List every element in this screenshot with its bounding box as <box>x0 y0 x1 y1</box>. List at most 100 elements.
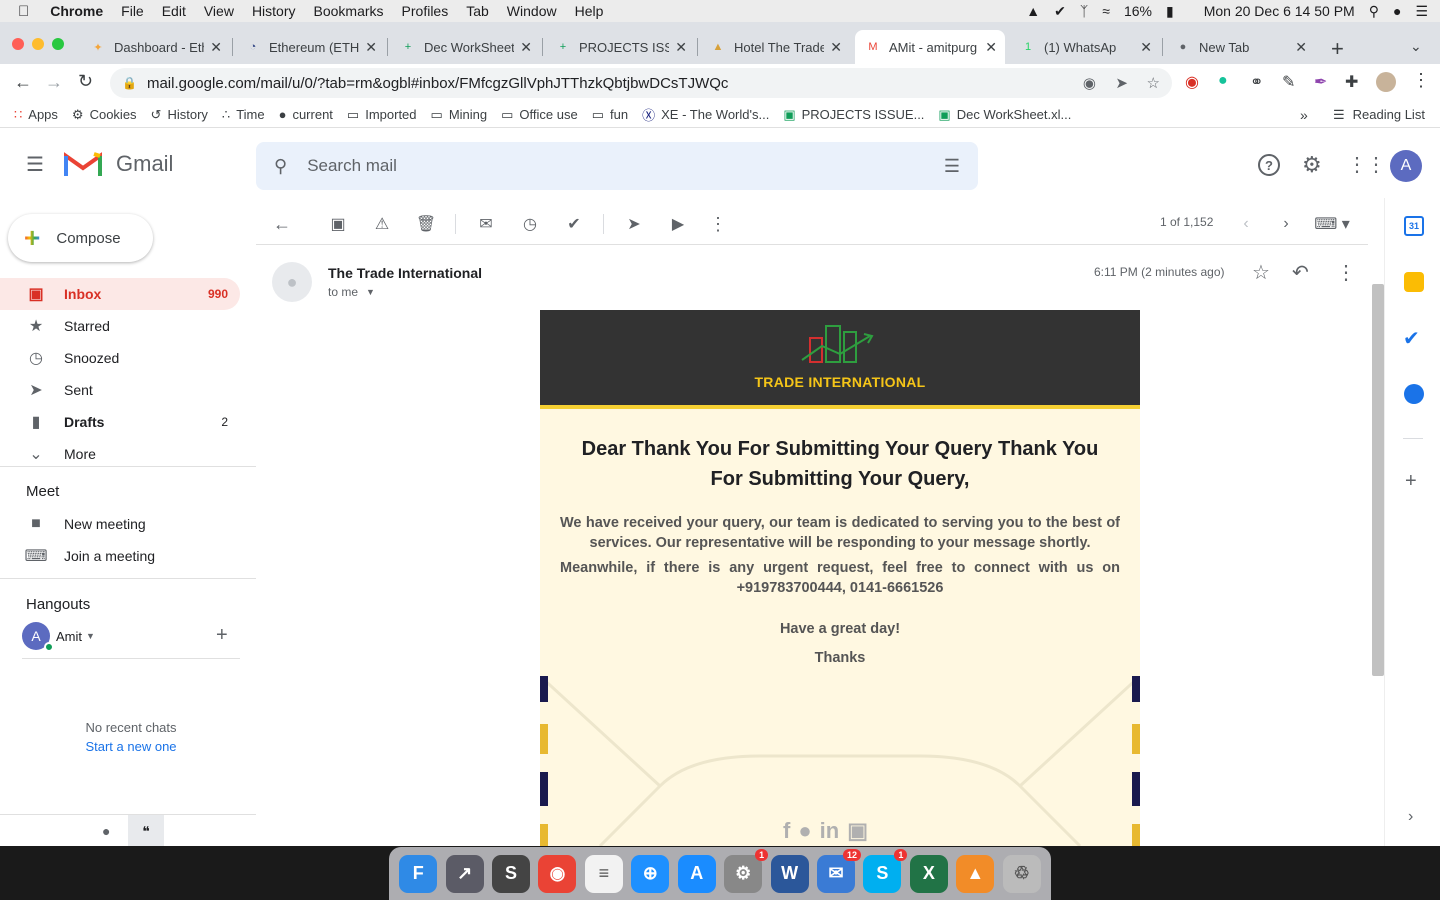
account-avatar[interactable]: A <box>1390 150 1422 182</box>
linkedin-icon[interactable]: in <box>820 818 840 844</box>
dock-thunderbird-icon[interactable]: ✉ 12 <box>817 848 861 893</box>
bookmark-item[interactable]: Ⓧ XE - The World's... <box>642 105 769 124</box>
browser-tab[interactable]: ● New Tab ✕ <box>1165 30 1315 64</box>
dock-vlc-icon[interactable]: ▲ <box>956 854 995 893</box>
browser-tab[interactable]: ✦ Dashboard - Eth ✕ <box>80 30 230 64</box>
older-icon[interactable]: › <box>1274 212 1298 236</box>
compose-button[interactable]: + Compose <box>8 214 153 262</box>
menu-history[interactable]: History <box>243 3 305 19</box>
join-meeting-item[interactable]: ⌨ Join a meeting <box>0 540 240 572</box>
help-icon[interactable]: ? <box>1258 154 1280 176</box>
delete-icon[interactable]: 🗑 <box>414 212 438 236</box>
menu-file[interactable]: File <box>112 3 153 19</box>
battery-percent[interactable]: 16% <box>1124 3 1152 19</box>
add-chat-icon[interactable]: + <box>216 624 228 647</box>
minimize-window-button[interactable] <box>32 38 44 50</box>
input-tools-icon[interactable]: ⌨ ▾ <box>1314 212 1350 236</box>
browser-tab[interactable]: ◔ Ethereum (ETH) ✕ <box>235 30 385 64</box>
search-icon[interactable]: ⚲ <box>274 156 287 177</box>
more-options-icon[interactable]: ⋮ <box>1336 260 1356 285</box>
add-task-icon[interactable]: ✔ <box>562 212 586 236</box>
more-bookmarks-icon[interactable]: » <box>1300 107 1308 123</box>
bookmark-item[interactable]: ∷ Apps <box>14 107 58 123</box>
dock-safari-icon[interactable]: ⊕ <box>631 854 670 893</box>
facebook-icon[interactable]: f <box>783 818 790 844</box>
details-chevron-icon[interactable]: ▼ <box>366 287 375 297</box>
extensions-puzzle-icon[interactable]: ✚ <box>1345 72 1358 92</box>
clock[interactable]: Mon 20 Dec 6 14 50 PM <box>1204 3 1355 19</box>
dock-chrome-icon[interactable]: ◉ <box>538 854 577 893</box>
menu-bookmarks[interactable]: Bookmarks <box>305 3 393 19</box>
snooze-icon[interactable]: ◷ <box>518 212 542 236</box>
close-tab-icon[interactable]: ✕ <box>1140 39 1152 56</box>
dock-skype-icon[interactable]: S1 <box>863 848 908 893</box>
spotlight-icon[interactable]: ⚲ <box>1369 3 1379 20</box>
reply-icon[interactable]: ↶ <box>1292 260 1309 285</box>
keep-icon[interactable] <box>1404 272 1424 292</box>
dock-finder-icon[interactable]: F <box>399 854 438 893</box>
label-icon[interactable]: ▶ <box>666 212 690 236</box>
sender-name[interactable]: The Trade International <box>328 265 482 281</box>
browser-tab[interactable]: + PROJECTS ISSU ✕ <box>545 30 695 64</box>
close-tab-icon[interactable]: ✕ <box>1295 39 1307 56</box>
show-side-panel-icon[interactable]: › <box>1408 808 1413 826</box>
new-tab-button[interactable]: + <box>1331 36 1344 62</box>
bookmark-item[interactable]: ∴ Time <box>222 107 265 123</box>
back-icon[interactable]: ← <box>14 72 32 93</box>
sidebar-item-starred[interactable]: ★ Starred <box>0 310 240 342</box>
share-icon[interactable]: ➤ <box>1115 74 1128 92</box>
reload-icon[interactable]: ↻ <box>78 71 93 92</box>
dock-word-icon[interactable]: W <box>770 854 809 893</box>
control-center-icon[interactable]: ☰ <box>1415 3 1428 20</box>
get-addons-icon[interactable]: + <box>1405 470 1417 493</box>
contacts-icon[interactable]: ● <box>102 823 110 839</box>
gmail-logo[interactable]: Gmail <box>64 150 173 178</box>
close-tab-icon[interactable]: ✕ <box>365 39 377 56</box>
extension-link-icon[interactable]: ⚭ <box>1250 72 1263 92</box>
close-tab-icon[interactable]: ✕ <box>520 39 532 56</box>
apps-grid-icon[interactable]: ⋮⋮ <box>1347 152 1386 177</box>
move-to-icon[interactable]: ➤ <box>622 212 646 236</box>
close-window-button[interactable] <box>12 38 24 50</box>
sidebar-item-drafts[interactable]: ▮ Drafts 2 <box>0 406 240 438</box>
back-to-inbox-icon[interactable]: ← <box>270 212 294 236</box>
wifi-icon[interactable]: ≈ <box>1102 3 1110 19</box>
eye-icon[interactable]: ◉ <box>1083 74 1096 92</box>
extension-grammarly-icon[interactable]: ● <box>1218 72 1228 90</box>
newer-icon[interactable]: ‹ <box>1234 212 1258 236</box>
dock-excel-icon[interactable]: X <box>909 854 948 893</box>
start-new-chat-link[interactable]: Start a new one <box>0 739 256 754</box>
main-menu-icon[interactable]: ☰ <box>26 152 44 177</box>
more-actions-icon[interactable]: ⋮ <box>706 212 730 236</box>
dock-settings-icon[interactable]: ⚙ 1 <box>724 848 769 893</box>
recipient-line[interactable]: to me ▼ <box>328 285 375 299</box>
mark-unread-icon[interactable]: ✉ <box>474 212 498 236</box>
search-bar[interactable]: ⚲ Search mail ☰ <box>256 142 978 190</box>
dock-sublime-icon[interactable]: S <box>492 854 531 893</box>
user-icon[interactable]: ▲ <box>1026 3 1040 19</box>
bookmark-item[interactable]: ▭ fun <box>592 107 628 123</box>
dock-launchpad-icon[interactable]: ↗ <box>445 854 484 893</box>
dock-trash-icon[interactable]: ♲ <box>1002 854 1041 893</box>
profile-avatar[interactable] <box>1376 72 1396 92</box>
bookmark-item[interactable]: ● current <box>279 107 333 122</box>
report-spam-icon[interactable]: ⚠ <box>370 212 394 236</box>
bookmark-item[interactable]: ▣ Dec WorkSheet.xl... <box>938 107 1071 123</box>
menu-window[interactable]: Window <box>498 3 566 19</box>
settings-gear-icon[interactable]: ⚙ <box>1302 152 1322 178</box>
archive-icon[interactable]: ▣ <box>326 212 350 236</box>
search-options-icon[interactable]: ☰ <box>944 156 960 177</box>
scrollbar-thumb[interactable] <box>1372 284 1384 676</box>
twitter-icon[interactable]: ● <box>798 818 811 844</box>
sidebar-item-snoozed[interactable]: ◷ Snoozed <box>0 342 240 374</box>
lock-icon[interactable]: 🔒 <box>122 76 137 90</box>
menu-app-name[interactable]: Chrome <box>41 3 112 19</box>
checkmark-icon[interactable]: ✔ <box>1054 3 1066 20</box>
bookmark-item[interactable]: ⚙ Cookies <box>72 107 137 123</box>
close-tab-icon[interactable]: ✕ <box>210 39 222 56</box>
bookmark-star-icon[interactable]: ☆ <box>1147 74 1160 92</box>
dock-appstore-icon[interactable]: A <box>677 854 716 893</box>
close-tab-icon[interactable]: ✕ <box>985 39 997 56</box>
url-text[interactable]: mail.google.com/mail/u/0/?tab=rm&ogbl#in… <box>147 75 728 92</box>
close-tab-icon[interactable]: ✕ <box>675 39 687 56</box>
